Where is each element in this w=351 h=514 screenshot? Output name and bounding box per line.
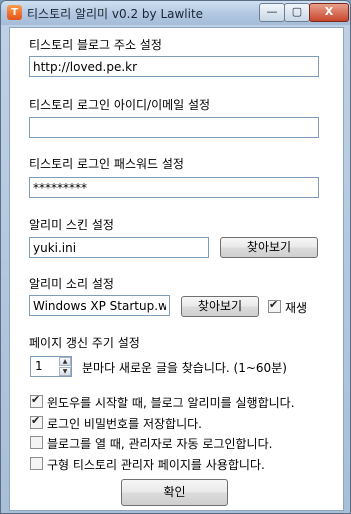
login-id-label: 티스토리 로그인 아이디/이메일 설정 xyxy=(29,98,211,112)
check-icon: ✔ xyxy=(31,414,41,427)
option-label-autostart: 윈도우를 시작할 때, 블로그 알리미를 실행합니다. xyxy=(47,396,295,410)
close-button[interactable]: X xyxy=(309,3,349,22)
minimize-button[interactable]: — xyxy=(259,3,285,22)
check-icon: ✔ xyxy=(31,393,41,406)
skin-input[interactable] xyxy=(29,237,209,258)
title-bar[interactable]: T 티스토리 알리미 v0.2 by Lawlite — ▢ X xyxy=(1,1,350,25)
option-checkbox-save-password[interactable]: ✔ xyxy=(30,414,43,429)
refresh-interval-spinner[interactable]: 1 ▲ ▼ xyxy=(30,356,72,377)
blog-address-label: 티스토리 블로그 주소 설정 xyxy=(29,38,162,52)
maximize-button[interactable]: ▢ xyxy=(284,3,310,22)
refresh-suffix-text: 분마다 새로운 글을 찾습니다. (1~60분) xyxy=(82,361,287,375)
password-label: 티스토리 로그인 패스워드 설정 xyxy=(29,157,184,171)
spin-up-icon[interactable]: ▲ xyxy=(59,357,71,366)
option-checkbox-auto-login[interactable] xyxy=(30,436,43,449)
sound-play-label: 재생 xyxy=(285,301,308,315)
password-input[interactable] xyxy=(29,177,319,198)
sound-input[interactable] xyxy=(29,295,170,316)
check-icon: ✔ xyxy=(269,298,279,311)
spin-down-icon[interactable]: ▼ xyxy=(59,367,71,376)
settings-panel: 티스토리 블로그 주소 설정 티스토리 로그인 아이디/이메일 설정 티스토리 … xyxy=(9,27,344,511)
login-id-input[interactable] xyxy=(29,117,319,138)
sound-play-checkbox[interactable]: ✔ xyxy=(268,298,281,313)
app-icon: T xyxy=(7,5,22,20)
option-checkbox-legacy-admin[interactable] xyxy=(30,457,43,470)
option-label-auto-login: 블로그를 열 때, 관리자로 자동 로그인합니다. xyxy=(47,437,273,451)
sound-label: 알리미 소리 설정 xyxy=(29,277,114,291)
sound-browse-button[interactable]: 찾아보기 xyxy=(181,296,259,317)
blog-address-input[interactable] xyxy=(29,56,319,77)
refresh-label: 페이지 갱신 주기 설정 xyxy=(29,336,140,350)
option-checkbox-autostart[interactable]: ✔ xyxy=(30,393,43,408)
app-window: T 티스토리 알리미 v0.2 by Lawlite — ▢ X 티스토리 블로… xyxy=(0,0,351,514)
ok-button[interactable]: 확인 xyxy=(121,479,228,506)
window-title: 티스토리 알리미 v0.2 by Lawlite xyxy=(27,7,204,21)
skin-browse-button[interactable]: 찾아보기 xyxy=(220,237,318,258)
refresh-interval-value[interactable]: 1 xyxy=(35,359,43,373)
skin-label: 알리미 스킨 설정 xyxy=(29,218,114,232)
option-label-legacy-admin: 구형 티스토리 관리자 페이지를 사용합니다. xyxy=(47,458,265,472)
option-label-save-password: 로그인 비밀번호를 저장합니다. xyxy=(47,417,202,431)
